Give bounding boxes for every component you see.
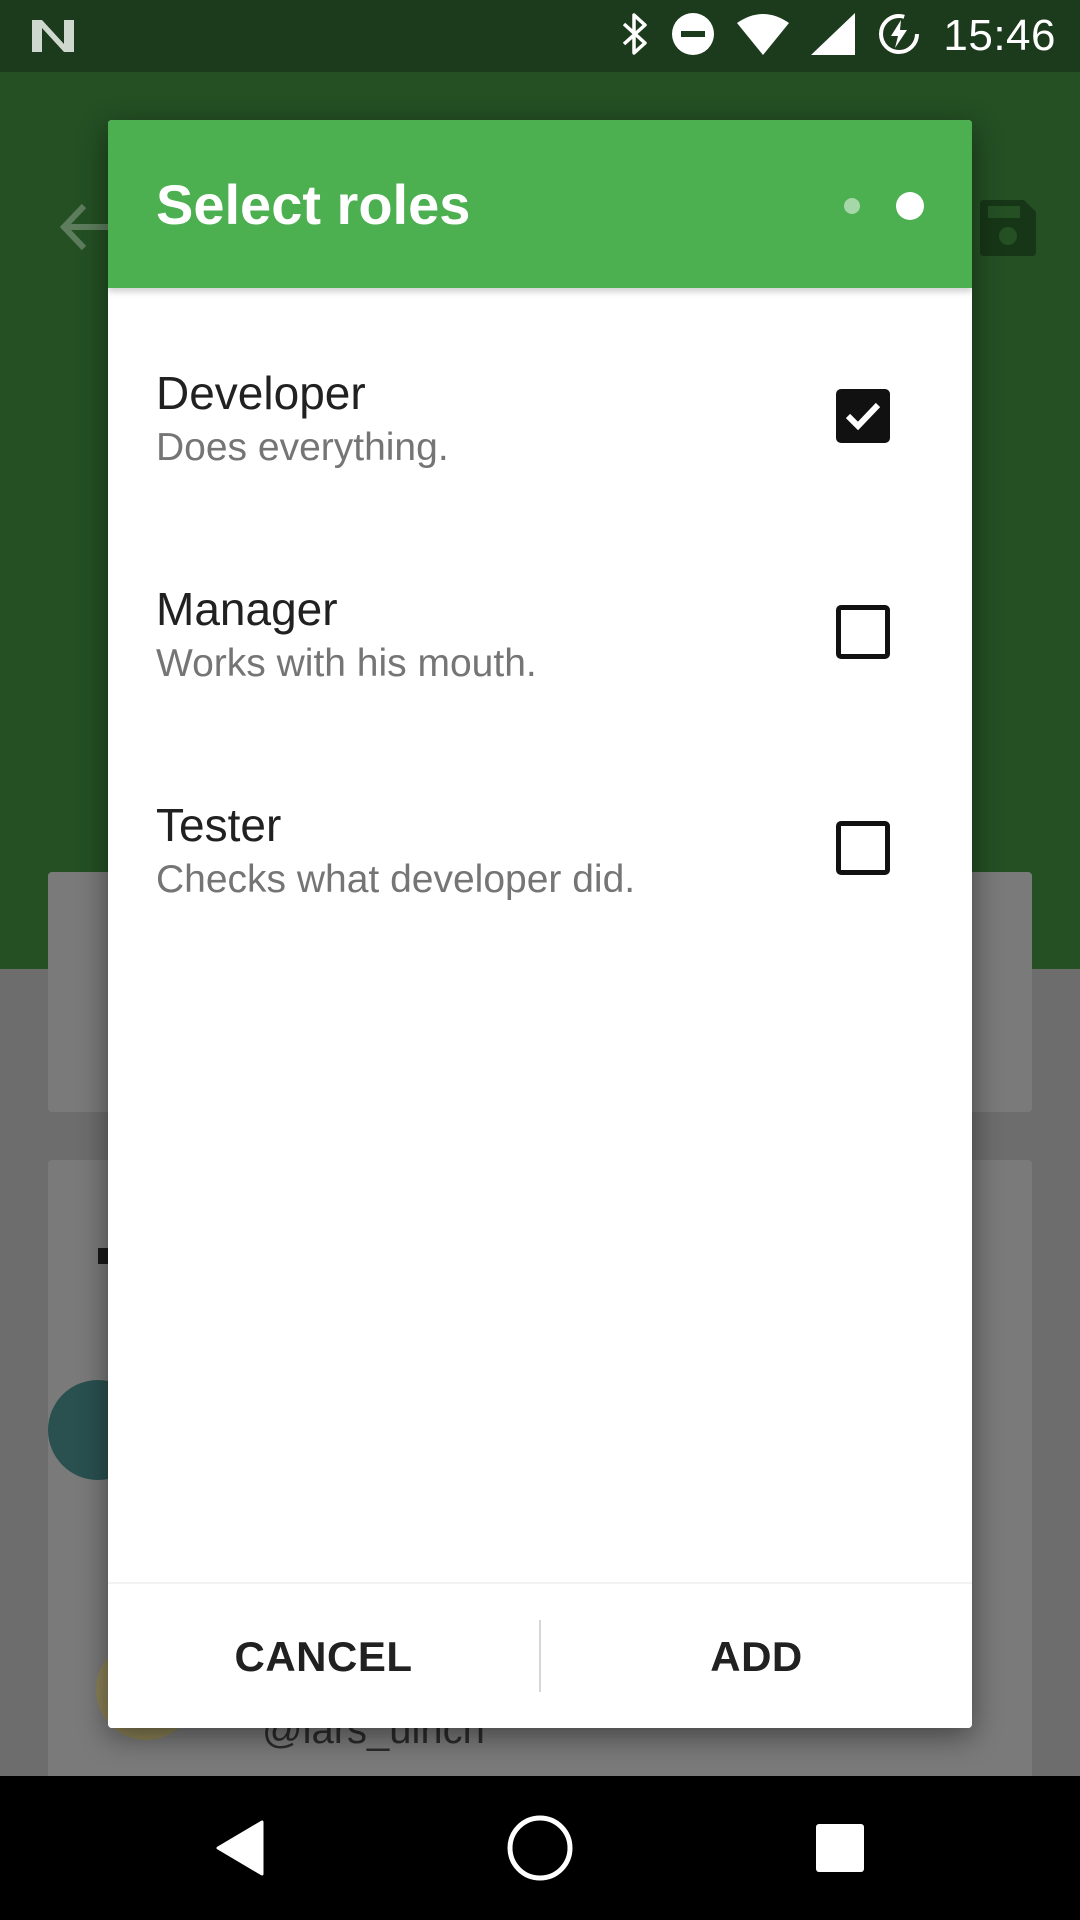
- select-roles-dialog: Select roles Developer Does everything. …: [108, 120, 972, 1728]
- nav-recents-button[interactable]: [760, 1776, 920, 1920]
- dialog-footer: CANCEL ADD: [108, 1582, 972, 1728]
- role-description: Does everything.: [156, 426, 449, 469]
- role-item-developer[interactable]: Developer Does everything.: [108, 366, 972, 582]
- manager-checkbox[interactable]: [836, 605, 890, 659]
- nav-home-button[interactable]: [460, 1776, 620, 1920]
- tester-checkbox[interactable]: [836, 821, 890, 875]
- wifi-icon: [737, 13, 790, 60]
- checkmark-icon: [845, 402, 881, 431]
- home-circle-icon: [507, 1815, 573, 1881]
- save-icon: [980, 200, 1036, 261]
- role-item-tester[interactable]: Tester Checks what developer did.: [108, 798, 972, 1014]
- bluetooth-icon: [621, 12, 649, 61]
- page-dot-inactive: [844, 198, 860, 214]
- navigation-bar: [0, 1776, 1080, 1920]
- battery-charging-icon: [877, 12, 921, 61]
- role-name: Tester: [156, 799, 282, 851]
- cell-signal-icon: [811, 12, 856, 60]
- do-not-disturb-icon: [671, 12, 715, 61]
- recents-square-icon: [816, 1824, 864, 1872]
- screen: 15:46 @lars_ulrich Select roles Develope…: [0, 0, 1080, 1920]
- cancel-button[interactable]: CANCEL: [108, 1584, 539, 1728]
- dialog-header: Select roles: [108, 120, 972, 288]
- role-description: Checks what developer did.: [156, 858, 636, 901]
- role-name: Manager: [156, 583, 338, 635]
- status-bar: 15:46: [0, 0, 1080, 72]
- n-logo-icon: [30, 18, 76, 59]
- nav-back-button[interactable]: [160, 1776, 320, 1920]
- role-item-manager[interactable]: Manager Works with his mouth.: [108, 582, 972, 798]
- add-button[interactable]: ADD: [541, 1584, 972, 1728]
- page-indicator: [834, 186, 934, 222]
- developer-checkbox[interactable]: [836, 389, 890, 443]
- role-name: Developer: [156, 367, 366, 419]
- role-description: Works with his mouth.: [156, 642, 537, 685]
- page-dot-active: [896, 192, 924, 220]
- clock: 15:46: [943, 11, 1056, 60]
- back-triangle-icon: [216, 1820, 264, 1876]
- dialog-title: Select roles: [156, 173, 471, 236]
